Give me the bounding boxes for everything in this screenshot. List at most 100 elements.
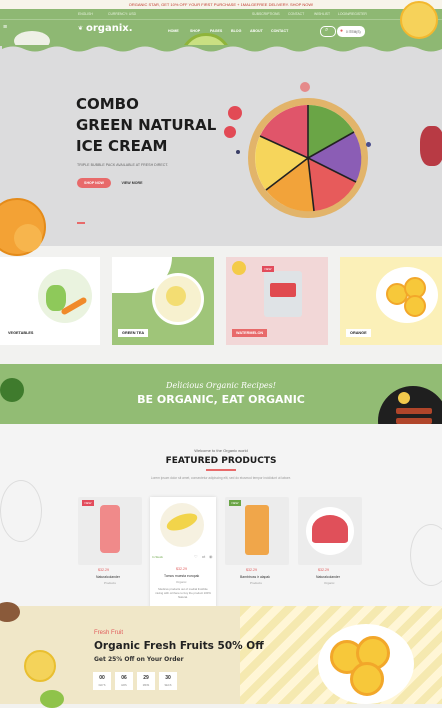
nav-shop[interactable]: SHOP xyxy=(190,29,200,33)
logo-text: organix. xyxy=(86,23,133,34)
category-green-tea[interactable]: GREEN TEA xyxy=(112,257,214,345)
product-description: Medicus products out of medial frostbite… xyxy=(155,587,211,599)
deal-subtitle: Get 25% Off on Your Order xyxy=(94,656,184,663)
category-label: VEGETABLES xyxy=(4,329,38,337)
new-badge: NEW xyxy=(262,266,274,272)
fruit-tart-image xyxy=(248,98,368,218)
lemon-slice-image xyxy=(24,650,56,682)
product-price: $32.29 xyxy=(176,567,187,571)
leaf-icon: ❦ xyxy=(78,26,84,32)
lemon-image xyxy=(398,392,410,404)
shop-now-button[interactable]: SHOP NOW xyxy=(77,178,111,188)
lemon-slice-image xyxy=(400,1,438,39)
product-name[interactable]: Tomos muesta europak xyxy=(164,574,199,578)
product-name[interactable]: Naturalcolander xyxy=(96,575,120,579)
category-watermelon[interactable]: NEW WATERMELON xyxy=(226,257,328,345)
product-category: Products xyxy=(104,581,116,585)
blueberry-image-2 xyxy=(236,150,240,154)
view-more-button[interactable]: VIEW MORE xyxy=(117,178,147,188)
compare-icon[interactable]: ⇄ xyxy=(202,554,205,559)
menu-icon[interactable]: ≡ xyxy=(3,24,7,31)
orange-slice-image-2 xyxy=(14,224,42,252)
site-header: ENGLISH CURRENCY: USD SUBSCRIPTIONS CONT… xyxy=(0,1,442,85)
featured-title: FEATURED PRODUCTS xyxy=(165,456,277,466)
cart-count: 0 ITEM(S) xyxy=(346,29,361,34)
toplink-wishlist[interactable]: WISHLIST xyxy=(314,12,330,16)
hero-title-line1: COMBO xyxy=(76,95,139,113)
countdown-value: 30 xyxy=(165,675,171,681)
hero-title-line3: ICE CREAM xyxy=(76,137,168,155)
product-image-watermelon xyxy=(312,515,348,543)
featured-description: Lorem ipsum dolor sit amet, consectetur … xyxy=(150,476,292,480)
pomegranate-image xyxy=(420,126,442,166)
header-divider xyxy=(0,19,442,20)
countdown-label: DAYS xyxy=(98,684,106,687)
product-price: $32.29 xyxy=(318,568,329,572)
product-card[interactable]: NEW xyxy=(225,497,289,565)
product-price: $32.29 xyxy=(246,568,257,572)
product-card-active[interactable]: In Stock ♡ ⇄ ◉ $32.29 Tomos muesta europ… xyxy=(150,497,216,623)
toplink-subscriptions[interactable]: SUBSCRIPTIONS xyxy=(252,12,280,16)
category-vegetables[interactable]: VEGETABLES xyxy=(0,257,100,345)
countdown-value: 29 xyxy=(143,675,149,681)
nav-about[interactable]: ABOUT xyxy=(250,29,263,33)
deal-title: Organic Fresh Fruits 50% Off xyxy=(94,640,264,652)
product-category: Organic xyxy=(324,581,335,585)
deal-banner: Fresh Fruit Organic Fresh Fruits 50% Off… xyxy=(0,602,442,708)
wishlist-icon[interactable]: ♡ xyxy=(194,554,198,559)
currency-select[interactable]: CURRENCY: USD xyxy=(108,12,136,16)
featured-welcome: Welcome to the Organic world xyxy=(194,448,248,453)
product-category: Organic xyxy=(176,580,187,584)
product-category: Products xyxy=(250,581,262,585)
promo-bar[interactable]: ORGANIC STAR, GET 10% OFF YOUR FIRST PUR… xyxy=(0,0,442,9)
orange-slice-image-3 xyxy=(404,295,426,317)
strawberry-image xyxy=(228,106,242,120)
countdown-label: SECS xyxy=(164,684,172,687)
category-label: ORANGE xyxy=(346,329,371,337)
countdown-label: HRS xyxy=(121,684,127,687)
title-underline xyxy=(206,469,236,471)
nav-home[interactable]: HOME xyxy=(168,29,179,33)
nav-contact[interactable]: CONTACT xyxy=(271,29,288,33)
decor-outline-image-2 xyxy=(410,524,442,586)
countdown-days: 00 DAYS xyxy=(93,672,111,690)
new-badge: NEW xyxy=(82,500,94,506)
product-image-pouch xyxy=(245,505,269,555)
toplink-login[interactable]: LOGIN/REGISTER xyxy=(338,12,367,16)
product-card[interactable] xyxy=(298,497,362,565)
strawberry-image-2 xyxy=(224,126,236,138)
nav-blog[interactable]: BLOG xyxy=(231,29,241,33)
language-select[interactable]: ENGLISH xyxy=(78,12,93,16)
hero-wave-divider xyxy=(0,45,442,52)
product-card[interactable]: NEW xyxy=(78,497,142,565)
countdown-label: MINS xyxy=(142,684,150,687)
cucumber-image xyxy=(46,285,66,311)
blueberry-image xyxy=(366,142,371,147)
slider-indicator[interactable] xyxy=(77,222,85,224)
countdown-value: 06 xyxy=(121,675,127,681)
quickview-icon[interactable]: ◉ xyxy=(209,554,213,559)
category-label: WATERMELON xyxy=(232,329,268,337)
orange-slice-image-3 xyxy=(350,662,384,696)
lime-image xyxy=(40,690,64,708)
kiwi-image xyxy=(0,602,20,622)
hero-title-line2: GREEN NATURAL xyxy=(76,116,217,134)
search-button[interactable]: ⌕ xyxy=(320,26,336,37)
cart-button[interactable]: ● 0 ITEM(S) xyxy=(337,26,365,37)
hero-subtitle: TRIPLE BUBBLE PACK AVAILABLE AT FRESH DI… xyxy=(77,163,169,167)
organic-banner: Delicious Organic Recipes! BE ORGANIC, E… xyxy=(0,364,442,456)
toplink-contact[interactable]: CONTACT xyxy=(288,12,304,16)
deal-kicker: Fresh Fruit xyxy=(94,630,124,636)
cart-icon: ● xyxy=(340,28,344,34)
nav-pages[interactable]: PAGES xyxy=(210,29,222,33)
countdown-hours: 06 HRS xyxy=(115,672,133,690)
new-badge: NEW xyxy=(229,500,241,506)
search-icon: ⌕ xyxy=(325,27,329,33)
category-label: GREEN TEA xyxy=(118,329,149,337)
category-orange[interactable]: ORANGE xyxy=(340,257,442,345)
countdown-value: 00 xyxy=(99,675,105,681)
product-name[interactable]: Naturalcolander xyxy=(316,575,340,579)
product-price: $32.29 xyxy=(98,568,109,572)
product-image-juice xyxy=(100,505,120,553)
product-name[interactable]: Bambtruss ir alapak xyxy=(240,575,270,579)
